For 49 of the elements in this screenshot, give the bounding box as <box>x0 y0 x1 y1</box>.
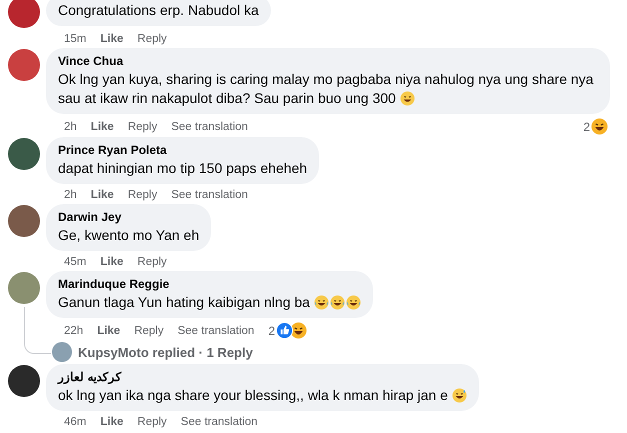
comment-author[interactable]: Vince Chua <box>58 54 598 69</box>
reaction-count[interactable]: 2 <box>268 324 276 338</box>
like-link[interactable]: Like <box>90 120 114 134</box>
reply-link[interactable]: Reply <box>128 120 158 134</box>
laughing-emoji-icon <box>400 91 415 106</box>
like-link[interactable]: Like <box>100 415 124 429</box>
reaction-count[interactable]: 2 <box>583 120 590 134</box>
comment-text: Ganun tlaga Yun hating kaibigan nlng ba <box>58 293 361 312</box>
translation-link[interactable]: See translation <box>178 324 254 338</box>
comment-author[interactable]: كركديه لعازر <box>58 370 467 385</box>
view-replies-link[interactable]: KupsyMoto replied · 1 Reply <box>78 344 253 360</box>
like-link[interactable]: Like <box>90 188 114 202</box>
reply-link[interactable]: Reply <box>134 324 164 338</box>
comment-text: ok lng yan ika nga share your blessing,, wla k nman hirap jan e <box>58 386 467 405</box>
like-link[interactable]: Like <box>97 324 120 338</box>
reply-link[interactable]: Reply <box>137 415 167 429</box>
comment-text: Congratulations erp. Nabudol ka <box>58 1 259 20</box>
comment-time[interactable]: 2h <box>64 120 77 134</box>
comment-text: dapat hiningian mo tip 150 paps eheheh <box>58 159 308 178</box>
laughing-emoji-icon <box>591 118 608 135</box>
thumbs-up-icon <box>276 322 294 339</box>
avatar[interactable] <box>8 0 40 28</box>
avatar[interactable] <box>8 205 40 237</box>
like-link[interactable]: Like <box>100 255 124 269</box>
reply-link[interactable]: Reply <box>137 255 167 269</box>
translation-link[interactable]: See translation <box>180 415 258 429</box>
comment-author[interactable]: Darwin Jey <box>58 210 200 225</box>
reply-link[interactable]: Reply <box>137 32 167 46</box>
translation-link[interactable]: See translation <box>171 120 248 134</box>
translation-link[interactable]: See translation <box>171 188 248 202</box>
thread-line <box>24 307 51 354</box>
comment-time[interactable]: 46m <box>64 415 86 429</box>
grin-sweat-emoji-icon <box>452 388 467 403</box>
laughing-emoji-icon <box>330 295 345 310</box>
comment-author[interactable]: Prince Ryan Poleta <box>58 143 308 158</box>
comment-time[interactable]: 15m <box>64 32 86 46</box>
comment-text: Ge, kwento mo Yan eh <box>58 226 200 245</box>
comment-time[interactable]: 2h <box>64 188 77 202</box>
comment-time[interactable]: 22h <box>64 324 84 338</box>
avatar[interactable] <box>8 365 40 397</box>
laughing-emoji-icon <box>290 322 308 339</box>
comment-text: Ok lng yan kuya, sharing is caring malay mo pagbaba niya nahulog nya ung share nya sau at ikaw rin nakapulot diba? Sau parin buo ung 300 <box>58 70 594 108</box>
laughing-emoji-icon <box>346 295 361 310</box>
like-link[interactable]: Like <box>100 32 124 46</box>
reply-link[interactable]: Reply <box>128 188 158 202</box>
laughing-emoji-icon <box>314 295 329 310</box>
comment-author[interactable]: Marinduque Reggie <box>58 277 361 292</box>
comment-time[interactable]: 45m <box>64 255 86 269</box>
avatar[interactable] <box>8 138 40 170</box>
